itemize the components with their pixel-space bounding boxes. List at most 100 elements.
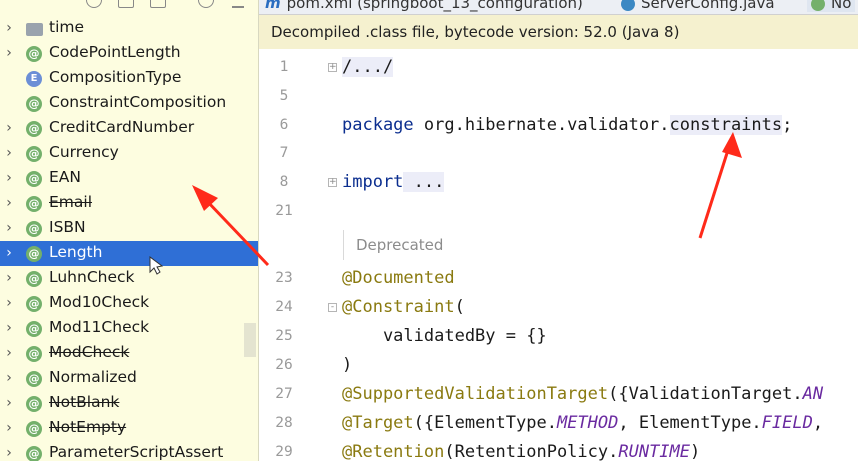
tree-scrollbar[interactable] xyxy=(244,323,256,357)
fold-icon[interactable]: + xyxy=(328,63,337,72)
tree-item[interactable]: › NotBlank xyxy=(0,391,258,416)
tree-item[interactable]: › LuhnCheck xyxy=(0,266,258,291)
tree-item-label: ModCheck xyxy=(49,343,130,361)
annotation-icon xyxy=(26,171,42,187)
maven-icon: m xyxy=(265,0,281,12)
line-number: 6 xyxy=(279,117,289,133)
chevron-right-icon[interactable]: › xyxy=(3,20,15,36)
chevron-right-icon[interactable]: › xyxy=(3,445,15,461)
line-number: 28 xyxy=(275,415,293,431)
enum-icon xyxy=(26,71,42,87)
tree-item-label: Mod10Check xyxy=(49,293,150,311)
collapse-icon[interactable] xyxy=(118,0,134,8)
code-line-26: ) xyxy=(342,355,353,375)
tree-item-label: CompositionType xyxy=(49,68,182,86)
annotation-icon xyxy=(26,246,42,262)
chevron-right-icon[interactable]: › xyxy=(3,220,15,236)
line-number: 24 xyxy=(275,299,293,315)
tree-item[interactable]: › ISBN xyxy=(0,216,258,241)
chevron-right-icon[interactable]: › xyxy=(3,170,15,186)
tree-item-label: CodePointLength xyxy=(49,43,181,61)
chevron-right-icon[interactable]: › xyxy=(3,120,15,136)
code-line-1: /.../ xyxy=(342,57,394,77)
annotation-icon xyxy=(26,96,42,112)
tree-item-label: CreditCardNumber xyxy=(49,118,195,136)
hide-icon[interactable] xyxy=(232,0,244,8)
annotation-icon xyxy=(26,196,42,212)
annotation-icon xyxy=(26,46,42,62)
tree-item[interactable]: › EAN xyxy=(0,166,258,191)
chevron-right-icon[interactable]: › xyxy=(3,295,15,311)
tree-item-label: NotBlank xyxy=(49,393,120,411)
expand-icon[interactable] xyxy=(150,0,166,8)
chevron-right-icon[interactable]: › xyxy=(3,195,15,211)
tab-serverconfig[interactable]: ServerConfig.java xyxy=(621,0,775,12)
annotation-icon xyxy=(26,446,42,461)
code-line-23: @Documented xyxy=(342,268,455,288)
line-number: 7 xyxy=(279,145,289,161)
annotation-icon xyxy=(26,396,42,412)
tree-item-label: ConstraintComposition xyxy=(49,93,227,111)
chevron-right-icon[interactable]: › xyxy=(3,370,15,386)
tree-item[interactable]: › Length xyxy=(0,241,258,266)
annotation-icon xyxy=(26,421,42,437)
tree-item[interactable]: CompositionType xyxy=(0,66,258,91)
tree-item-label: Mod11Check xyxy=(49,318,150,336)
decompiled-banner: Decompiled .class file, bytecode version… xyxy=(259,15,858,49)
tree-item-label: Currency xyxy=(49,143,119,161)
tree-item[interactable]: › ModCheck xyxy=(0,341,258,366)
tab-active[interactable]: No xyxy=(807,0,856,12)
tree-item-label: ParameterScriptAssert xyxy=(49,443,224,461)
line-number: 29 xyxy=(275,444,293,460)
tree-item-label: ISBN xyxy=(49,218,86,236)
tree-item[interactable]: › Mod10Check xyxy=(0,291,258,316)
tree-item[interactable]: › NotEmpty xyxy=(0,416,258,441)
tree-item[interactable]: › ParameterScriptAssert xyxy=(0,441,258,461)
line-number: 8 xyxy=(279,174,289,190)
tree-toolbar xyxy=(0,0,258,10)
annotation-icon xyxy=(26,221,42,237)
fold-icon[interactable]: + xyxy=(328,178,337,187)
tree-item[interactable]: › time xyxy=(0,16,258,41)
line-number: 26 xyxy=(275,357,293,373)
code-line-6: package org.hibernate.validator.constrai… xyxy=(342,115,793,135)
project-tree[interactable]: › time › CodePointLength CompositionType Cons… xyxy=(0,0,259,461)
code-line-24: @Constraint( xyxy=(342,297,465,317)
tree-item[interactable]: › Normalized xyxy=(0,366,258,391)
tree-item[interactable]: › CodePointLength xyxy=(0,41,258,66)
tree-item[interactable]: ConstraintComposition xyxy=(0,91,258,116)
annotation-icon xyxy=(26,321,42,337)
tree-item[interactable]: › Email xyxy=(0,191,258,216)
annotation-icon xyxy=(26,146,42,162)
class-icon xyxy=(621,0,635,11)
line-number: 27 xyxy=(275,386,293,402)
annotation-icon xyxy=(26,296,42,312)
line-number: 1 xyxy=(279,59,289,75)
chevron-right-icon[interactable]: › xyxy=(3,245,15,261)
annotation-icon xyxy=(26,121,42,137)
tree-item-label: NotEmpty xyxy=(49,418,127,436)
tree-item[interactable]: › Mod11Check xyxy=(0,316,258,341)
code-line-28: @Target({ElementType.METHOD, ElementType… xyxy=(342,413,824,433)
tab-pom-xml[interactable]: m pom.xml (springboot_13_configuration) xyxy=(265,0,583,12)
chevron-right-icon[interactable]: › xyxy=(3,395,15,411)
gear-icon[interactable] xyxy=(198,0,214,8)
chevron-right-icon[interactable]: › xyxy=(3,320,15,336)
chevron-right-icon[interactable]: › xyxy=(3,145,15,161)
fold-icon[interactable]: - xyxy=(328,303,337,312)
chevron-right-icon[interactable]: › xyxy=(3,420,15,436)
deprecated-hint: Deprecated xyxy=(343,230,858,260)
code-line-25: validatedBy = {} xyxy=(342,326,547,346)
folder-icon xyxy=(26,23,43,36)
line-number: 25 xyxy=(275,328,293,344)
chevron-right-icon[interactable]: › xyxy=(3,345,15,361)
annotation-icon xyxy=(26,271,42,287)
tree-item[interactable]: › Currency xyxy=(0,141,258,166)
chevron-right-icon[interactable]: › xyxy=(3,270,15,286)
tree-item[interactable]: › CreditCardNumber xyxy=(0,116,258,141)
tree-item-label: Length xyxy=(49,243,103,261)
chevron-right-icon[interactable]: › xyxy=(3,45,15,61)
annotation-icon xyxy=(26,371,42,387)
tree-item-label: LuhnCheck xyxy=(49,268,135,286)
locate-icon[interactable] xyxy=(86,0,102,8)
